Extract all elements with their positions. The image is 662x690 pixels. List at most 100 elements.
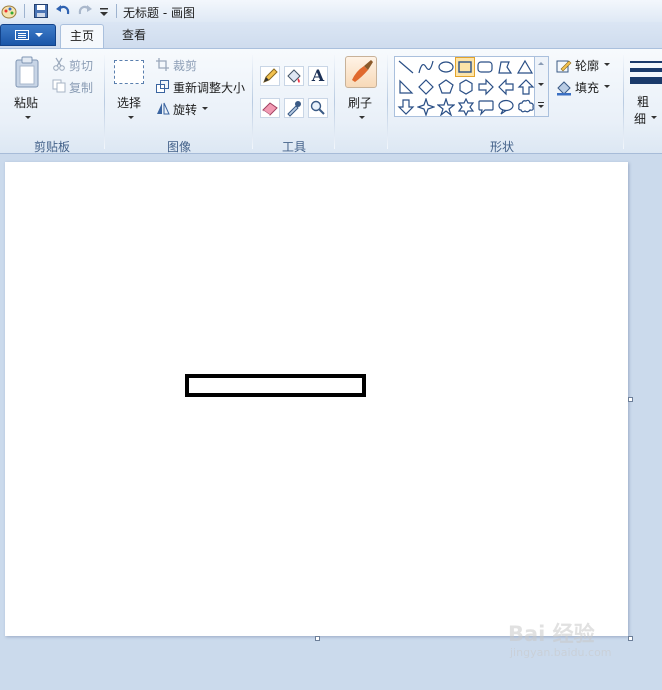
rounded-rectangle-icon[interactable] <box>476 58 494 76</box>
image-group-label: 图像 <box>166 140 191 154</box>
customize-quick-access-icon[interactable] <box>98 3 110 19</box>
line-width-icon[interactable] <box>630 60 662 86</box>
shapes-gallery-scroll <box>535 56 549 117</box>
group-separator <box>334 55 335 149</box>
curve-icon[interactable] <box>417 58 435 76</box>
group-separator <box>252 55 253 149</box>
select-dropdown-icon[interactable] <box>128 116 134 119</box>
hexagon-icon[interactable] <box>457 78 475 96</box>
up-arrow-icon[interactable] <box>517 78 535 96</box>
rounded-callout-icon[interactable] <box>477 98 495 116</box>
tab-home[interactable]: 主页 <box>60 24 104 48</box>
oval-callout-icon[interactable] <box>497 98 515 116</box>
chevron-down-icon <box>35 33 43 37</box>
paste-dropdown-icon[interactable] <box>25 116 31 119</box>
gallery-more-bar <box>538 102 544 103</box>
eraser-tool[interactable] <box>260 98 280 118</box>
cut-button[interactable]: 剪切 <box>69 57 93 74</box>
ribbon: 粘贴 剪切 复制 剪贴板 选择 裁剪 重新调整大小 旋转 图像 A 工具 刷子 … <box>0 48 662 154</box>
crop-button[interactable]: 裁剪 <box>173 57 197 74</box>
paste-icon[interactable] <box>14 56 40 88</box>
canvas-resize-handle-right[interactable] <box>628 397 633 402</box>
brushes-dropdown-icon[interactable] <box>359 116 365 119</box>
outline-icon <box>556 60 572 73</box>
brushes-button[interactable]: 刷子 <box>348 94 372 111</box>
brush-icon[interactable] <box>345 56 377 88</box>
ribbon-tab-row: 主页 查看 <box>0 22 662 48</box>
color-picker-tool[interactable] <box>284 98 304 118</box>
save-icon[interactable] <box>33 3 49 19</box>
triangle-icon[interactable] <box>516 58 534 76</box>
redo-icon[interactable] <box>77 3 93 19</box>
size-label-line2[interactable]: 细 <box>634 110 646 127</box>
right-triangle-icon[interactable] <box>397 78 415 96</box>
diamond-icon[interactable] <box>417 78 435 96</box>
crop-icon <box>156 58 169 71</box>
five-point-star-icon[interactable] <box>437 98 455 116</box>
quick-access-separator <box>24 4 25 18</box>
paste-button[interactable]: 粘贴 <box>14 94 38 111</box>
paint-menu-button[interactable] <box>0 24 56 46</box>
shapes-group-label: 形状 <box>489 140 514 154</box>
select-icon[interactable] <box>114 60 144 84</box>
down-arrow-icon[interactable] <box>397 98 415 116</box>
select-button[interactable]: 选择 <box>117 94 141 111</box>
pencil-tool[interactable] <box>260 66 280 86</box>
undo-icon[interactable] <box>55 3 71 19</box>
left-arrow-icon[interactable] <box>497 78 515 96</box>
cloud-callout-icon[interactable] <box>517 98 535 116</box>
copy-button[interactable]: 复制 <box>69 79 93 96</box>
watermark-brand: Bai 经验 <box>508 622 595 646</box>
magnifier-icon <box>310 100 325 115</box>
rotate-button[interactable]: 旋转 <box>173 101 197 118</box>
six-point-star-icon[interactable] <box>457 98 475 116</box>
four-point-star-icon[interactable] <box>417 98 435 116</box>
drawing-canvas[interactable] <box>5 162 628 636</box>
size-dropdown-icon[interactable] <box>651 116 657 119</box>
text-tool[interactable]: A <box>308 66 328 86</box>
group-separator <box>104 55 105 149</box>
outline-button[interactable]: 轮廓 <box>575 57 599 74</box>
right-arrow-icon[interactable] <box>477 78 495 96</box>
rectangle-icon[interactable] <box>456 58 474 76</box>
scroll-up-icon[interactable] <box>538 62 544 65</box>
paintbrush-icon <box>352 60 373 82</box>
group-separator <box>387 55 388 149</box>
scissors-icon <box>53 57 65 71</box>
scroll-down-icon[interactable] <box>538 83 544 86</box>
magnifier-tool[interactable] <box>308 98 328 118</box>
tools-group-label: 工具 <box>281 140 306 154</box>
shapes-gallery <box>394 56 535 117</box>
fill-icon <box>557 81 571 96</box>
watermark-url: jingyan.baidu.com <box>510 646 612 659</box>
size-label-line1[interactable]: 粗 <box>637 93 649 110</box>
group-separator <box>623 55 624 149</box>
fill-tool[interactable] <box>284 66 304 86</box>
oval-icon[interactable] <box>437 58 455 76</box>
eraser-icon <box>262 102 278 116</box>
menu-icon <box>15 30 29 40</box>
resize-icon <box>156 80 169 93</box>
rotate-icon <box>157 102 170 115</box>
eyedropper-icon <box>287 101 301 117</box>
window-title: 无标题 - 画图 <box>123 6 195 20</box>
resize-button[interactable]: 重新调整大小 <box>173 79 245 96</box>
clipboard-group-label: 剪贴板 <box>33 140 70 154</box>
paint-app-icon[interactable] <box>1 3 17 19</box>
rotate-dropdown-icon[interactable] <box>202 107 208 110</box>
title-bar: 无标题 - 画图 <box>0 0 662 23</box>
outline-dropdown-icon[interactable] <box>604 63 610 66</box>
gallery-more-icon[interactable] <box>538 105 544 108</box>
fill-dropdown-icon[interactable] <box>604 85 610 88</box>
fill-button[interactable]: 填充 <box>575 79 599 96</box>
quick-access-separator <box>116 4 117 18</box>
paint-bucket-icon <box>287 69 301 83</box>
pentagon-icon[interactable] <box>437 78 455 96</box>
baidu-jingyan-watermark: Bai 经验 jingyan.baidu.com <box>508 618 658 688</box>
line-icon[interactable] <box>397 58 415 76</box>
drawn-rectangle-shape[interactable] <box>185 374 366 397</box>
copy-icon <box>52 79 66 93</box>
tab-view[interactable]: 查看 <box>112 24 156 48</box>
polygon-icon[interactable] <box>496 58 514 76</box>
canvas-resize-handle-bottom[interactable] <box>315 636 320 641</box>
